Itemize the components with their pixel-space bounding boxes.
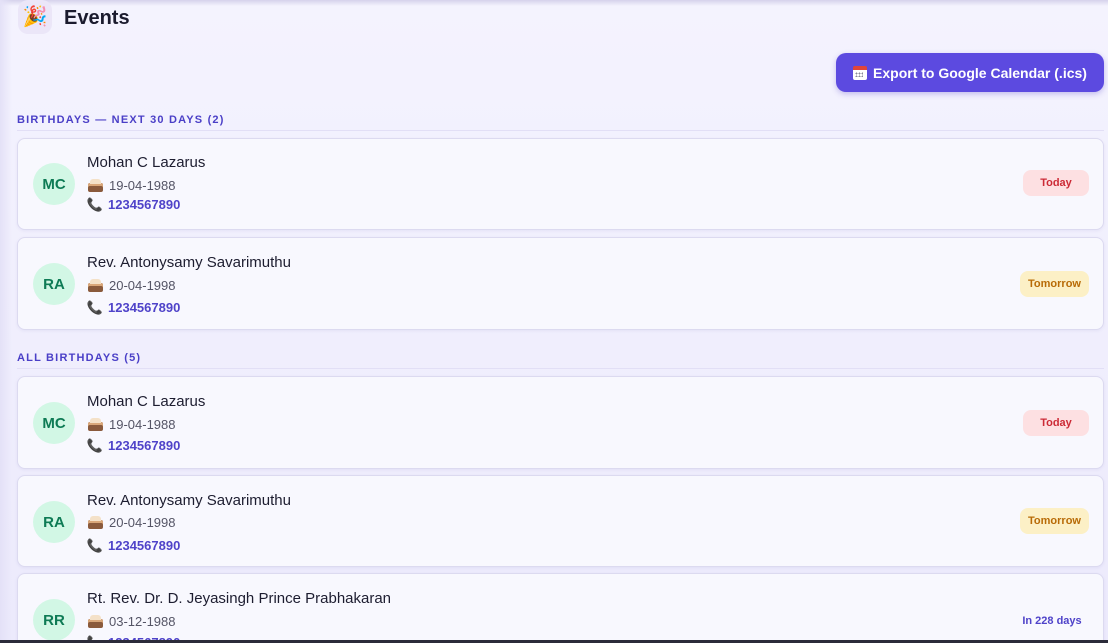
status-badge: Tomorrow	[1020, 508, 1089, 534]
person-name: Mohan C Lazarus	[87, 154, 206, 171]
export-button-label: Export to Google Calendar (.ics)	[873, 64, 1087, 81]
phone-link[interactable]: 1234567890	[108, 538, 180, 553]
calendar-icon	[853, 65, 868, 80]
birth-date: 20-04-1998	[109, 515, 176, 530]
birth-date-row: 19-04-1988	[88, 178, 176, 193]
phone-icon: 📞	[86, 196, 104, 212]
birthday-card[interactable]: MC Mohan C Lazarus 19-04-1988 📞 12345678…	[17, 138, 1104, 230]
person-name: Mohan C Lazarus	[87, 393, 206, 410]
phone-link[interactable]: 1234567890	[108, 197, 180, 212]
page-title: Events	[64, 6, 130, 29]
section-label-all: ALL BIRTHDAYS (5)	[17, 352, 142, 364]
avatar: RA	[33, 501, 75, 543]
phone-row: 📞 1234567890	[86, 196, 180, 212]
section-divider	[17, 130, 1104, 131]
phone-link[interactable]: 1234567890	[108, 300, 180, 315]
avatar: MC	[33, 402, 75, 444]
export-google-calendar-button[interactable]: Export to Google Calendar (.ics)	[836, 53, 1104, 92]
phone-row: 📞 1234567890	[86, 299, 180, 315]
status-badge: Tomorrow	[1020, 271, 1089, 297]
top-shadow	[0, 0, 1108, 6]
birth-date: 19-04-1988	[109, 417, 176, 432]
birth-date-row: 19-04-1988	[88, 417, 176, 432]
phone-row: 📞 1234567890	[86, 437, 180, 453]
cake-icon	[88, 179, 103, 192]
section-divider	[17, 368, 1104, 369]
avatar: MC	[33, 163, 75, 205]
birth-date: 20-04-1998	[109, 278, 176, 293]
person-name: Rev. Antonysamy Savarimuthu	[87, 254, 291, 271]
birthday-card[interactable]: MC Mohan C Lazarus 19-04-1988 📞 12345678…	[17, 376, 1104, 469]
person-name: Rev. Antonysamy Savarimuthu	[87, 492, 291, 509]
birth-date-row: 20-04-1998	[88, 278, 176, 293]
cake-icon	[88, 279, 103, 292]
status-badge: In 228 days	[1022, 615, 1082, 627]
page-header: 🎉 Events	[18, 0, 130, 38]
cake-icon	[88, 418, 103, 431]
cake-icon	[88, 615, 103, 628]
avatar: RR	[33, 599, 75, 641]
birth-date: 19-04-1988	[109, 178, 176, 193]
birthday-card[interactable]: RA Rev. Antonysamy Savarimuthu 20-04-199…	[17, 237, 1104, 330]
person-name: Rt. Rev. Dr. D. Jeyasingh Prince Prabhak…	[87, 590, 392, 607]
birth-date-row: 20-04-1998	[88, 515, 176, 530]
phone-icon: 📞	[86, 537, 104, 553]
phone-link[interactable]: 1234567890	[108, 438, 180, 453]
phone-icon: 📞	[86, 437, 104, 453]
avatar: RA	[33, 263, 75, 305]
birthday-card[interactable]: RR Rt. Rev. Dr. D. Jeyasingh Prince Prab…	[17, 573, 1104, 643]
status-badge: Today	[1023, 410, 1089, 436]
birth-date: 03-12-1988	[109, 614, 176, 629]
phone-icon: 📞	[86, 299, 104, 315]
phone-row: 📞 1234567890	[86, 537, 180, 553]
section-label-upcoming: BIRTHDAYS — NEXT 30 DAYS (2)	[17, 114, 225, 126]
status-badge: Today	[1023, 170, 1089, 196]
party-popper-icon: 🎉	[18, 0, 52, 34]
left-edge	[0, 0, 12, 643]
cake-icon	[88, 516, 103, 529]
birth-date-row: 03-12-1988	[88, 614, 176, 629]
birthday-card[interactable]: RA Rev. Antonysamy Savarimuthu 20-04-199…	[17, 475, 1104, 567]
